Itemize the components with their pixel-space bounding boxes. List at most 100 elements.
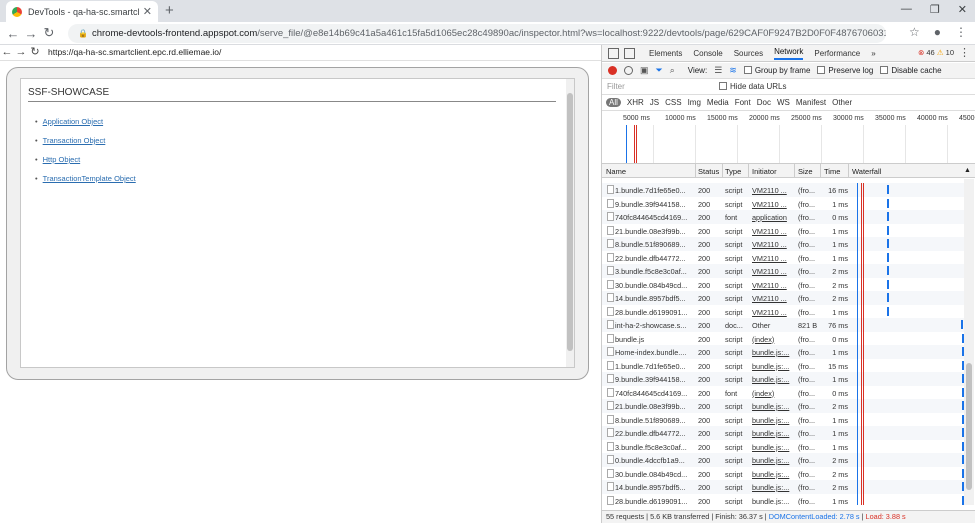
cell-initiator[interactable]: bundle.js:... bbox=[752, 497, 792, 506]
cell-initiator[interactable]: VM2110 ... bbox=[752, 240, 792, 249]
address-bar[interactable]: 🔒 chrome-devtools-frontend.appspot.com/se… bbox=[68, 24, 886, 43]
table-row[interactable]: 22.bundle.dfb44772... 200 script VM2110 ...… bbox=[602, 250, 964, 264]
type-doc-button[interactable]: Doc bbox=[757, 98, 771, 107]
close-window-icon[interactable]: ✕ bbox=[958, 3, 967, 16]
table-row[interactable]: 0.bundle.4dccfb1a9... 200 script bundle.js:… bbox=[602, 453, 964, 467]
cell-initiator[interactable]: VM2110 ... bbox=[752, 200, 792, 209]
large-rows-icon[interactable]: ☰ bbox=[714, 65, 722, 76]
column-time[interactable]: Time bbox=[824, 167, 840, 176]
overview-icon[interactable]: ≋ bbox=[729, 65, 737, 76]
clear-icon[interactable] bbox=[624, 66, 633, 75]
type-other-button[interactable]: Other bbox=[832, 98, 852, 107]
browser-tab[interactable]: DevTools - qa-ha-sc.smartclient.e ✕ bbox=[6, 1, 158, 22]
cell-initiator[interactable]: VM2110 ... bbox=[752, 186, 792, 195]
transaction-template-object-link[interactable]: TransactionTemplate Object bbox=[43, 174, 136, 183]
type-img-button[interactable]: Img bbox=[688, 98, 701, 107]
table-row[interactable]: 22.bundle.dfb44772... 200 script bundle.js:… bbox=[602, 426, 964, 440]
type-all-button[interactable]: All bbox=[606, 98, 621, 107]
type-xhr-button[interactable]: XHR bbox=[627, 98, 644, 107]
type-media-button[interactable]: Media bbox=[707, 98, 729, 107]
search-icon[interactable]: ⌕ bbox=[670, 65, 675, 76]
type-js-button[interactable]: JS bbox=[650, 98, 659, 107]
tab-elements[interactable]: Elements bbox=[649, 49, 682, 58]
cell-initiator[interactable]: bundle.js:... bbox=[752, 483, 792, 492]
column-status[interactable]: Status bbox=[698, 167, 719, 176]
table-row[interactable]: 28.bundle.d6199091... 200 script VM2110 ...… bbox=[602, 304, 964, 318]
group-by-frame-toggle[interactable]: Group by frame bbox=[743, 66, 810, 75]
tab-console[interactable]: Console bbox=[693, 49, 722, 58]
table-row[interactable]: 740fc844645cd4169... 200 font (index) (fro..… bbox=[602, 385, 964, 399]
cell-initiator[interactable]: VM2110 ... bbox=[752, 294, 792, 303]
cell-initiator[interactable]: bundle.js:... bbox=[752, 456, 792, 465]
reload-icon[interactable]: ↻ bbox=[40, 25, 58, 41]
table-row[interactable]: 14.bundle.8957bdf5... 200 script VM2110 ...… bbox=[602, 291, 964, 305]
table-row[interactable]: 14.bundle.8957bdf5... 200 script bundle.js:… bbox=[602, 480, 964, 494]
inspected-url[interactable]: https://qa-ha-sc.smartclient.epc.rd.elli… bbox=[48, 45, 221, 60]
device-toolbar-icon[interactable] bbox=[624, 47, 635, 59]
type-ws-button[interactable]: WS bbox=[777, 98, 790, 107]
column-name[interactable]: Name bbox=[606, 167, 626, 176]
cell-initiator[interactable]: bundle.js:... bbox=[752, 348, 792, 357]
cell-initiator[interactable]: application bbox=[752, 213, 792, 222]
table-row[interactable]: 740fc844645cd4169... 200 font application (f… bbox=[602, 210, 964, 224]
capture-screenshots-icon[interactable]: ▣ bbox=[640, 65, 649, 76]
devtools-menu-icon[interactable]: ⋮ bbox=[959, 46, 970, 59]
table-row[interactable]: int-ha-2-showcase.s... 200 doc... Other 821 … bbox=[602, 318, 964, 332]
table-row[interactable]: 21.bundle.08e3f99b... 200 script VM2110 ...… bbox=[602, 223, 964, 237]
type-font-button[interactable]: Font bbox=[735, 98, 751, 107]
hide-data-urls-checkbox[interactable] bbox=[719, 82, 727, 90]
preserve-log-toggle[interactable]: Preserve log bbox=[817, 66, 873, 75]
filter-icon[interactable]: ⏷ bbox=[656, 65, 663, 76]
back-arrow-icon[interactable]: ← bbox=[4, 26, 22, 41]
column-size[interactable]: Size bbox=[798, 167, 813, 176]
cell-initiator[interactable]: VM2110 ... bbox=[752, 267, 792, 276]
cell-initiator[interactable]: VM2110 ... bbox=[752, 308, 792, 317]
cell-initiator[interactable]: Other bbox=[752, 321, 792, 330]
cell-initiator[interactable]: bundle.js:... bbox=[752, 362, 792, 371]
table-row[interactable]: 8.bundle.51f890689... 200 script VM2110 ...… bbox=[602, 237, 964, 251]
cell-initiator[interactable]: bundle.js:... bbox=[752, 402, 792, 411]
cell-initiator[interactable]: bundle.js:... bbox=[752, 375, 792, 384]
restore-icon[interactable]: ❐ bbox=[930, 3, 940, 16]
request-list-scrollbar[interactable] bbox=[964, 179, 974, 505]
table-row[interactable]: 30.bundle.084b49cd... 200 script bundle.js:… bbox=[602, 466, 964, 480]
table-row[interactable]: 3.bundle.f5c8e3c0af... 200 script VM2110 ..… bbox=[602, 264, 964, 278]
table-row[interactable]: 3.bundle.f5c8e3c0af... 200 script bundle.js… bbox=[602, 439, 964, 453]
record-icon[interactable] bbox=[608, 66, 617, 75]
issue-counter[interactable]: ⊗ 46 ⚠ 10 bbox=[918, 48, 954, 57]
inspect-element-icon[interactable] bbox=[608, 47, 619, 59]
table-row[interactable]: bundle.js 200 script (index) (fro... 0 ms bbox=[602, 331, 964, 345]
disable-cache-checkbox[interactable] bbox=[880, 66, 889, 74]
request-list-scrollbar-thumb[interactable] bbox=[966, 363, 972, 490]
application-object-link[interactable]: Application Object bbox=[43, 117, 103, 126]
close-tab-icon[interactable]: ✕ bbox=[143, 5, 152, 18]
cell-initiator[interactable]: bundle.js:... bbox=[752, 443, 792, 452]
column-initiator[interactable]: Initiator bbox=[752, 167, 777, 176]
table-row[interactable]: 1.bundle.7d1fe65e0... 200 script bundle.js:… bbox=[602, 358, 964, 372]
table-row[interactable]: 28.bundle.d6199091... 200 script bundle.js:… bbox=[602, 493, 964, 506]
table-row[interactable]: 9.bundle.39f944158... 200 script VM2110 ...… bbox=[602, 196, 964, 210]
new-tab-button[interactable]: + bbox=[165, 2, 174, 19]
inspected-reload-icon[interactable]: ↻ bbox=[28, 45, 42, 60]
tab-sources[interactable]: Sources bbox=[734, 49, 763, 58]
table-row[interactable]: 9.bundle.39f944158... 200 script bundle.js:… bbox=[602, 372, 964, 386]
cell-initiator[interactable]: VM2110 ... bbox=[752, 254, 792, 263]
type-css-button[interactable]: CSS bbox=[665, 98, 681, 107]
cell-initiator[interactable]: bundle.js:... bbox=[752, 429, 792, 438]
page-scrollbar-thumb[interactable] bbox=[567, 93, 573, 351]
cell-initiator[interactable]: (index) bbox=[752, 335, 792, 344]
disable-cache-toggle[interactable]: Disable cache bbox=[880, 66, 942, 75]
table-row[interactable]: 21.bundle.08e3f99b... 200 script bundle.js:… bbox=[602, 399, 964, 413]
network-overview-timeline[interactable]: 5000 ms 10000 ms 15000 ms 20000 ms 25000 ms 3… bbox=[602, 111, 975, 164]
hide-data-urls-toggle[interactable]: Hide data URLs bbox=[719, 82, 786, 91]
http-object-link[interactable]: Http Object bbox=[43, 155, 81, 164]
tab-performance[interactable]: Performance bbox=[814, 49, 860, 58]
more-tabs-button[interactable]: » bbox=[871, 49, 875, 58]
chrome-menu-icon[interactable]: ⋮ bbox=[955, 25, 967, 39]
transaction-object-link[interactable]: Transaction Object bbox=[43, 136, 106, 145]
cell-initiator[interactable]: bundle.js:... bbox=[752, 470, 792, 479]
cell-initiator[interactable]: VM2110 ... bbox=[752, 227, 792, 236]
profile-avatar-icon[interactable]: ● bbox=[934, 25, 941, 39]
cell-initiator[interactable]: bundle.js:... bbox=[752, 416, 792, 425]
table-row[interactable]: 1.bundle.7d1fe65e0... 200 script VM2110 ...… bbox=[602, 183, 964, 197]
